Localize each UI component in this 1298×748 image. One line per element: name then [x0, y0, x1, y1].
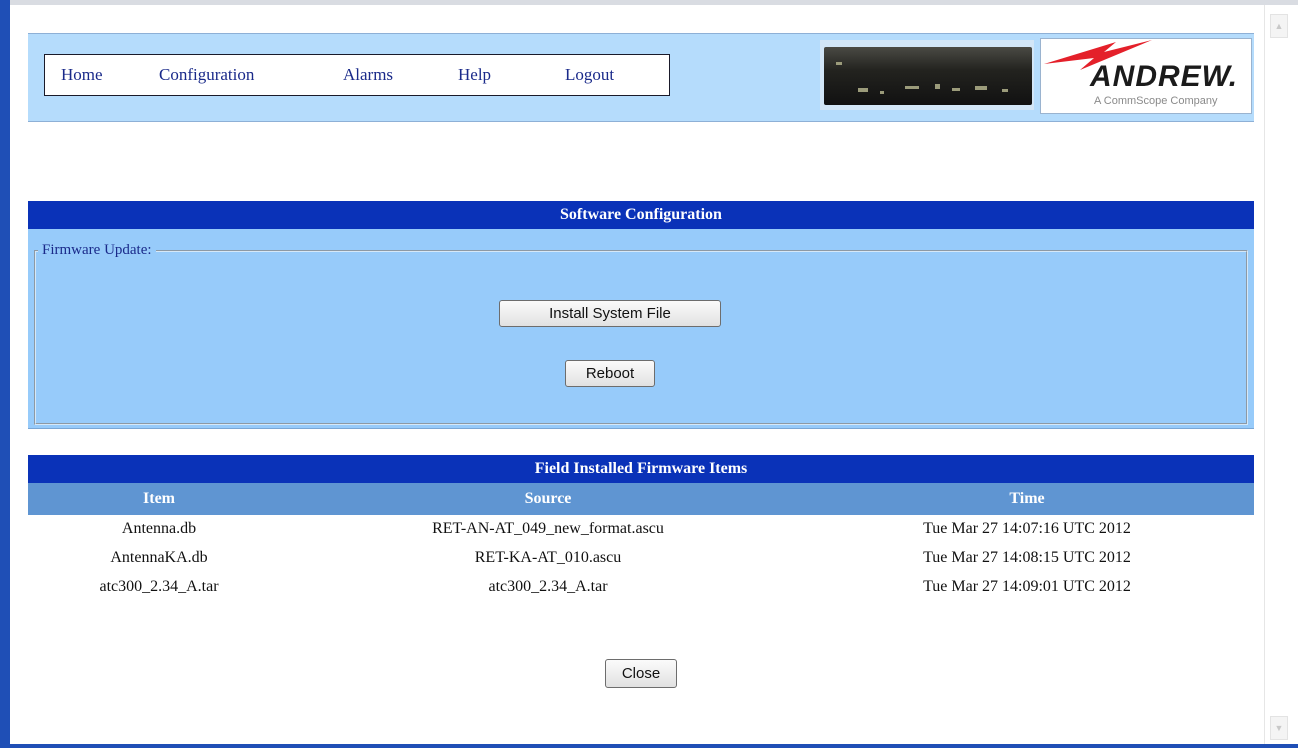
install-system-file-button[interactable]: Install System File [499, 300, 721, 327]
reboot-button[interactable]: Reboot [565, 360, 655, 387]
cell-item: Antenna.db [121, 520, 197, 537]
nav-help[interactable]: Help [458, 65, 491, 85]
device-chassis-image [824, 47, 1032, 105]
cell-source: atc300_2.34_A.tar [488, 578, 608, 595]
nav-alarms[interactable]: Alarms [343, 65, 393, 85]
cell-time: Tue Mar 27 14:09:01 UTC 2012 [923, 578, 1131, 595]
window-left-edge [0, 0, 10, 748]
column-header-item: Item [143, 490, 175, 507]
field-installed-firmware-title: Field Installed Firmware Items [28, 455, 1254, 483]
firmware-update-legend: Firmware Update: [38, 242, 156, 259]
window-top-edge [0, 0, 1298, 5]
scroll-up-arrow-icon[interactable]: ▲ [1270, 14, 1288, 38]
window-bottom-edge [0, 744, 1298, 748]
nav-configuration[interactable]: Configuration [159, 65, 254, 85]
cell-item: atc300_2.34_A.tar [99, 578, 219, 595]
software-configuration-title: Software Configuration [28, 201, 1254, 229]
vertical-scrollbar[interactable] [1264, 5, 1298, 744]
firmware-table-header: Item Source Time [28, 483, 1254, 515]
close-button[interactable]: Close [605, 659, 677, 688]
cell-source: RET-KA-AT_010.ascu [474, 549, 622, 566]
column-header-source: Source [524, 490, 572, 507]
logo-tagline: A CommScope Company [1094, 95, 1218, 107]
logo-brand-text: ANDREW. [1090, 60, 1239, 93]
cell-time: Tue Mar 27 14:07:16 UTC 2012 [923, 520, 1131, 537]
nav-logout[interactable]: Logout [565, 65, 614, 85]
cell-item: AntennaKA.db [110, 549, 208, 566]
cell-source: RET-AN-AT_049_new_format.ascu [432, 520, 664, 537]
firmware-update-fieldset [34, 250, 1248, 425]
cell-time: Tue Mar 27 14:08:15 UTC 2012 [923, 549, 1131, 566]
scroll-down-arrow-icon[interactable]: ▼ [1270, 716, 1288, 740]
column-header-time: Time [1009, 490, 1045, 507]
main-nav: Home Configuration Alarms Help Logout [44, 54, 670, 96]
nav-home[interactable]: Home [61, 65, 103, 85]
